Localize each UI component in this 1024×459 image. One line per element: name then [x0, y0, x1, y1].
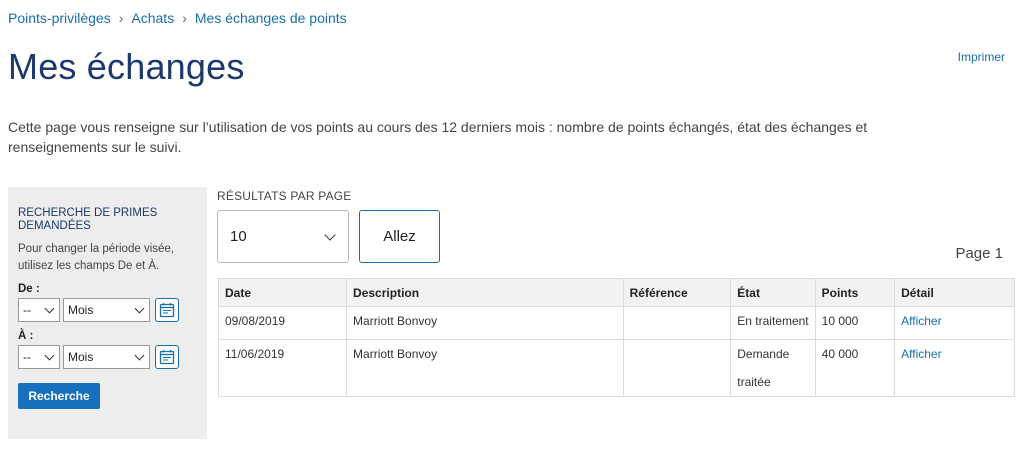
cell-date: 11/06/2019: [217, 339, 348, 397]
reference-redacted: [629, 307, 704, 329]
calendar-icon: [159, 303, 175, 318]
chevron-down-icon: [44, 303, 55, 313]
cell-state: Demande traitée: [730, 339, 816, 397]
chevron-right-icon: ›: [118, 10, 124, 26]
to-label: À :: [18, 330, 34, 342]
breadcrumb-points-privileges[interactable]: Points-privilèges: [8, 10, 111, 26]
page-intro: Cette page vous renseigne sur l’utilisat…: [8, 119, 868, 155]
breadcrumb-achats[interactable]: Achats: [131, 10, 174, 26]
results-per-page-select[interactable]: 10: [217, 210, 349, 263]
cell-date: 09/08/2019: [217, 306, 348, 340]
column-header-detail: Détail: [894, 278, 1015, 307]
chevron-right-icon: ›: [182, 10, 187, 26]
results-per-page-label: RÉSULTATS PAR PAGE: [217, 189, 352, 203]
cell-state: En traitement: [730, 306, 816, 340]
column-header-state: État: [730, 278, 816, 307]
from-calendar-button[interactable]: [155, 298, 179, 322]
table-row: 11/06/2019 Marriott Bonvoy Demande trait…: [217, 339, 1015, 397]
table-row: 09/08/2019 Marriott Bonvoy En traitement…: [217, 306, 1015, 340]
column-header-description: Description: [346, 278, 624, 307]
print-link[interactable]: Imprimer: [958, 50, 1005, 64]
breadcrumb: Points-privilèges › Achats › Mes échange…: [8, 10, 347, 26]
from-month-value: Mois: [68, 303, 94, 317]
cell-points: 10 000: [814, 306, 896, 340]
chevron-down-icon: [134, 350, 145, 360]
cell-detail: Afficher: [894, 339, 1015, 397]
cell-description: Marriott Bonvoy: [346, 339, 624, 397]
from-label: De :: [18, 283, 40, 295]
cell-reference: [622, 339, 732, 397]
calendar-icon: [159, 350, 175, 365]
column-header-date: Date: [217, 278, 348, 307]
exchanges-table: Date Description Référence État Points D…: [217, 278, 1015, 397]
search-button[interactable]: Recherche: [18, 383, 100, 409]
results-per-page-value: 10: [230, 228, 247, 245]
breadcrumb-mes-echanges[interactable]: Mes échanges de points: [195, 10, 347, 26]
table-header-row: Date Description Référence État Points D…: [217, 278, 1015, 307]
from-date-row: -- Mois: [18, 298, 197, 322]
go-button[interactable]: Allez: [359, 210, 440, 263]
chevron-down-icon: [324, 228, 336, 241]
search-sidebar: RECHERCHE DE PRIMES DEMANDÉES Pour chang…: [8, 187, 207, 439]
from-day-value: --: [23, 303, 31, 317]
page-title: Mes échanges: [8, 46, 245, 87]
sidebar-help-text: Pour changer la période visée, utilisez …: [18, 243, 174, 272]
from-day-select[interactable]: --: [18, 298, 60, 322]
chevron-down-icon: [134, 303, 145, 313]
from-month-select[interactable]: Mois: [63, 298, 150, 322]
cell-description: Marriott Bonvoy: [346, 306, 624, 340]
sidebar-title: RECHERCHE DE PRIMES DEMANDÉES: [18, 207, 158, 232]
cell-points: 40 000: [814, 339, 896, 397]
to-day-value: --: [23, 350, 31, 364]
to-month-value: Mois: [68, 350, 94, 364]
chevron-down-icon: [44, 350, 55, 360]
cell-reference: [622, 306, 732, 340]
cell-detail: Afficher: [894, 306, 1015, 340]
column-header-points: Points: [814, 278, 896, 307]
to-month-select[interactable]: Mois: [63, 345, 150, 369]
page-indicator: Page 1: [955, 245, 1003, 262]
to-date-row: -- Mois: [18, 345, 197, 369]
to-calendar-button[interactable]: [155, 345, 179, 369]
to-day-select[interactable]: --: [18, 345, 60, 369]
view-detail-link[interactable]: Afficher: [901, 314, 941, 328]
column-header-reference: Référence: [622, 278, 732, 307]
view-detail-link[interactable]: Afficher: [901, 347, 941, 361]
